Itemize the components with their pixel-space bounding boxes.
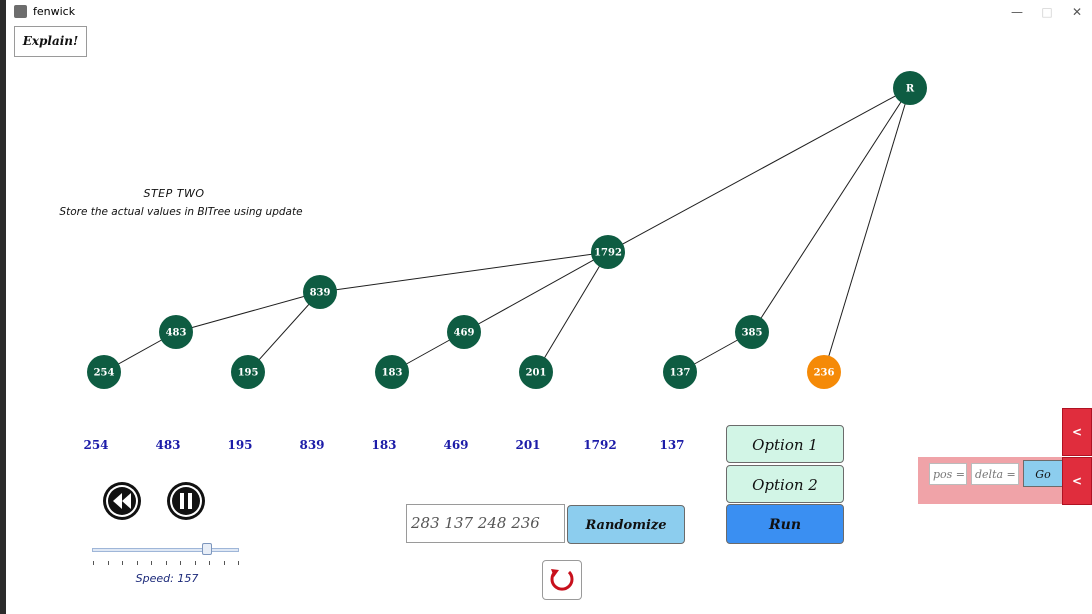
array-input[interactable]: 283 137 248 236 [406,504,565,543]
speed-tick [165,561,167,565]
tree-node: 385 [735,315,769,349]
array-value: 254 [83,438,109,452]
tree-node: 254 [87,355,121,389]
speed-tick [238,561,239,565]
tree-root-node: R [893,71,927,105]
speed-tick [136,561,138,565]
side-tab-upper[interactable]: < [1062,408,1092,456]
reset-button[interactable] [542,560,582,600]
pos-input[interactable]: pos = [929,463,967,485]
tree-node-label: 483 [166,328,187,339]
rewind-button[interactable] [101,480,143,522]
run-button[interactable]: Run [726,504,844,544]
tree-edge [751,87,911,333]
tree-node: 201 [519,355,553,389]
speed-tick [122,561,123,565]
tree-edge [463,251,609,333]
tree-node-label: 385 [742,328,763,339]
tree-node-label: 183 [382,368,403,379]
go-button[interactable]: Go [1023,460,1063,487]
option1-button[interactable]: Option 1 [726,425,844,463]
speed-label: Speed: 157 [135,572,199,585]
speed-tick [151,561,152,565]
tree-edge [175,291,321,333]
array-value: 483 [155,438,181,452]
tree-edge [823,87,911,373]
tree-node-label: 195 [238,368,259,379]
side-tab-lower[interactable]: < [1062,457,1092,505]
tree-node: 1792 [591,235,625,269]
tree-node: 195 [231,355,265,389]
tree-node: 483 [159,315,193,349]
tree-edge [319,251,609,293]
option2-button[interactable]: Option 2 [726,465,844,503]
pause-icon [180,493,184,509]
tree-node: 839 [303,275,337,309]
tree-node-label: R [906,84,915,95]
speed-slider-thumb[interactable] [202,543,212,555]
array-value: 839 [299,438,325,452]
tree-node-label: 839 [310,288,331,299]
tree-node-label: 236 [814,368,835,379]
tree-node: 183 [375,355,409,389]
speed-tick [209,561,210,565]
pause-button[interactable] [165,480,207,522]
speed-tick [223,561,225,565]
tree-node: 469 [447,315,481,349]
tree-edge [607,87,911,253]
tree-edge [535,251,609,373]
delta-input[interactable]: delta = [971,463,1019,485]
reset-icon [550,569,574,591]
array-value: 1792 [583,438,617,452]
tree-node: 236 [807,355,841,389]
tree-node-label: 1792 [594,248,622,259]
tree-node-label: 469 [454,328,475,339]
tree-node-label: 254 [94,368,115,379]
array-value: 137 [659,438,685,452]
array-value: 201 [515,438,541,452]
tree-node: 137 [663,355,697,389]
array-value: 195 [227,438,253,452]
array-value: 183 [371,438,397,452]
speed-tick [194,561,196,565]
speed-tick [180,561,181,565]
array-value: 469 [443,438,469,452]
speed-slider[interactable] [92,548,239,552]
speed-tick [93,561,94,565]
tree-node-label: 201 [526,368,547,379]
speed-tick [107,561,109,565]
randomize-button[interactable]: Randomize [567,505,685,544]
tree-node-label: 137 [670,368,691,379]
